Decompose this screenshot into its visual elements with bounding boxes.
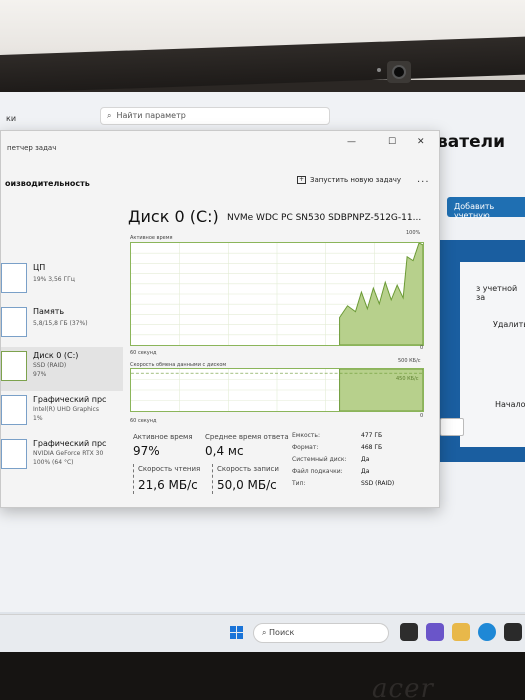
active-time-graph-label: Активное время: [130, 235, 173, 241]
type-value: SSD (RAID): [361, 480, 395, 487]
disk-sparkline: [1, 351, 27, 381]
cpu-sparkline: [1, 263, 27, 293]
sidebar-item-label: Графический прс: [33, 395, 107, 404]
disk-title: Диск 0 (C:): [128, 207, 219, 226]
remove-button[interactable]: Удалить: [493, 320, 525, 329]
graph1-zero-label: 0: [420, 345, 424, 351]
pagefile-value: Да: [361, 468, 370, 475]
sidebar-item-label: Графический прс: [33, 439, 107, 448]
type-label: Тип:: [292, 480, 306, 487]
disk-model: NVMe WDC PC SN530 SDBPNPZ-512G-11...: [227, 213, 422, 223]
window-title: петчер задач: [7, 144, 57, 152]
minimize-button[interactable]: —: [347, 137, 356, 147]
taskbar-search-placeholder: Поиск: [269, 628, 295, 637]
account-text: з учетной за: [476, 284, 518, 302]
sidebar-item-detail: Intel(R) UHD Graphics: [33, 406, 99, 413]
screen: ки ⌕ Найти параметр ватели Добавить учетн…: [0, 92, 525, 652]
run-task-label: Запустить новую задачу: [310, 176, 402, 184]
webcam-indicator: [377, 68, 381, 72]
settings-small-button[interactable]: [440, 418, 464, 436]
settings-back-text[interactable]: ки: [6, 114, 16, 123]
sidebar-item-detail: SSD (RAID): [33, 362, 67, 369]
section-heading: оизводительность: [5, 179, 90, 188]
read-speed-value: 21,6 МБ/с: [138, 478, 198, 492]
search-icon: ⌕: [107, 111, 112, 120]
store-icon[interactable]: [504, 623, 522, 641]
active-time-stat-label: Активное время: [133, 433, 193, 441]
active-time-max-label: 100%: [406, 230, 421, 236]
active-time-graph: [130, 242, 424, 346]
title-bar: петчер задач — ☐ ✕: [1, 131, 441, 157]
format-label: Формат:: [292, 444, 319, 451]
search-icon: ⌕: [262, 628, 270, 637]
run-new-task-button[interactable]: + Запустить новую задачу: [297, 176, 401, 184]
laptop-bezel-bottom: [0, 652, 525, 700]
new-task-icon: +: [297, 176, 306, 184]
maximize-button[interactable]: ☐: [388, 137, 396, 147]
windows-start-icon[interactable]: [230, 626, 243, 639]
sidebar-item-gpu-nvidia[interactable]: Графический прс NVIDIA GeForce RTX 30 10…: [1, 435, 123, 479]
format-value: 468 ГБ: [361, 444, 383, 451]
edge-browser-icon[interactable]: [478, 623, 496, 641]
settings-search-input[interactable]: ⌕ Найти параметр: [100, 107, 330, 125]
sidebar-item-label: Диск 0 (C:): [33, 351, 79, 360]
gpu-nvidia-sparkline: [1, 439, 27, 469]
settings-page-title: ватели: [437, 132, 505, 152]
sidebar-item-percent: 1%: [33, 415, 43, 422]
sidebar-item-memory[interactable]: Память 5,8/15,8 ГБ (37%): [1, 303, 123, 347]
sidebar-item-label: Память: [33, 307, 65, 316]
taskbar: ⌕ Поиск: [0, 614, 525, 652]
active-time-graph-svg: [131, 243, 423, 345]
sidebar-item-detail: 19% 3,56 ГГц: [33, 276, 75, 283]
transfer-rate-graph: [130, 368, 424, 412]
transfer-marker-label: 450 КБ/с: [396, 376, 419, 382]
pagefile-label: Файл подкачки:: [292, 468, 343, 475]
start-button[interactable]: Начало: [495, 400, 525, 409]
system-disk-label: Системный диск:: [292, 456, 347, 463]
system-disk-value: Да: [361, 456, 370, 463]
task-view-icon[interactable]: [400, 623, 418, 641]
write-speed-value: 50,0 МБ/с: [217, 478, 277, 492]
sidebar-item-detail: NVIDIA GeForce RTX 30: [33, 450, 104, 457]
sidebar-item-percent: 100% (64 °C): [33, 459, 74, 466]
active-time-stat-value: 97%: [133, 444, 160, 458]
file-explorer-icon[interactable]: [452, 623, 470, 641]
graph2-time-label: 60 секунд: [130, 418, 157, 424]
sidebar-item-percent: 97%: [33, 371, 47, 378]
sidebar-item-gpu-intel[interactable]: Графический прс Intel(R) UHD Graphics 1%: [1, 391, 123, 435]
sidebar-item-label: ЦП: [33, 263, 46, 272]
gpu-intel-sparkline: [1, 395, 27, 425]
graph2-zero-label: 0: [420, 413, 424, 419]
write-speed-box: [212, 464, 213, 494]
capacity-value: 477 ГБ: [361, 432, 383, 439]
close-button[interactable]: ✕: [417, 137, 425, 147]
widgets-icon[interactable]: [426, 623, 444, 641]
read-speed-label: Скорость чтения: [138, 465, 201, 473]
avg-response-value: 0,4 мс: [205, 444, 244, 458]
laptop-brand-logo: acer: [372, 674, 434, 700]
graph1-time-label: 60 секунд: [130, 350, 157, 356]
more-options-button[interactable]: ...: [417, 174, 430, 185]
transfer-max-label: 500 КБ/с: [398, 358, 421, 364]
add-account-button[interactable]: Добавить учетную: [447, 197, 525, 220]
transfer-graph-svg: [131, 369, 423, 411]
read-speed-box: [133, 464, 134, 494]
webcam-icon: [387, 61, 411, 83]
taskbar-search-input[interactable]: ⌕ Поиск: [253, 623, 389, 643]
memory-sparkline: [1, 307, 27, 337]
capacity-label: Емкость:: [292, 432, 320, 439]
sidebar-item-cpu[interactable]: ЦП 19% 3,56 ГГц: [1, 259, 123, 303]
sidebar-item-detail: 5,8/15,8 ГБ (37%): [33, 320, 88, 327]
sidebar-item-disk[interactable]: Диск 0 (C:) SSD (RAID) 97%: [1, 347, 123, 391]
avg-response-label: Среднее время ответа: [205, 433, 289, 441]
settings-search-placeholder: Найти параметр: [116, 111, 186, 120]
write-speed-label: Скорость записи: [217, 465, 279, 473]
